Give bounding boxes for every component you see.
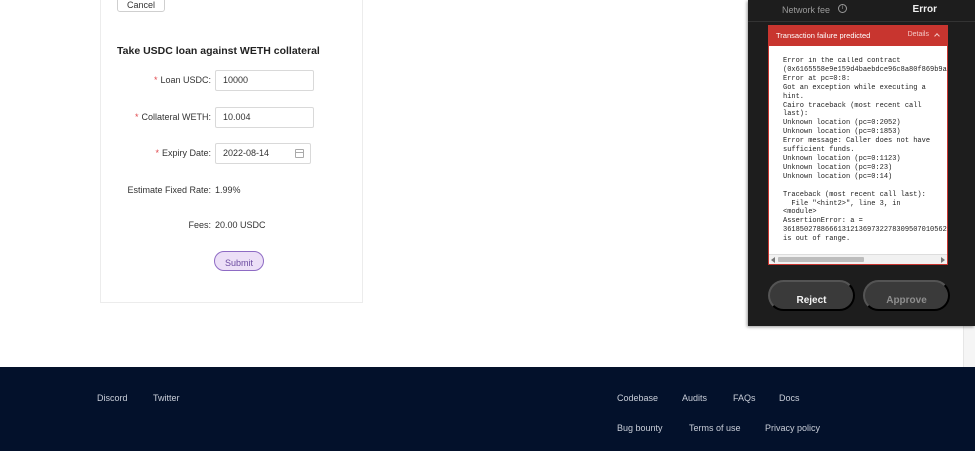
network-fee-value: Error [912,4,937,15]
fees-row: Fees: 20.00 USDC [101,215,364,236]
cancel-button[interactable]: Cancel [117,0,165,12]
expiry-date-label: * Expiry Date: [155,148,211,158]
required-mark: * [155,148,159,158]
info-icon[interactable]: i [838,4,847,13]
footer-link-discord[interactable]: Discord [97,393,128,403]
scroll-left-arrow-icon[interactable] [771,257,775,263]
failure-header[interactable]: Transaction failure predicted Details [769,26,947,46]
footer-link-terms[interactable]: Terms of use [689,423,741,433]
expiry-date-row: * Expiry Date: 2022-08-14 [101,143,364,164]
calendar-icon[interactable] [295,149,304,158]
fees-label: Fees: [188,220,211,230]
footer-link-bug-bounty[interactable]: Bug bounty [617,423,663,433]
fixed-rate-value: 1.99% [215,185,241,195]
footer-link-twitter[interactable]: Twitter [153,393,180,403]
wallet-popup: Network fee i Error Transaction failure … [748,0,975,326]
loan-usdc-row: * Loan USDC: 10000 [101,70,364,91]
loan-form-card: Cancel Take USDC loan against WETH colla… [100,0,363,303]
failure-title: Transaction failure predicted [776,31,871,40]
submit-button[interactable]: Submit [214,251,264,271]
footer-link-docs[interactable]: Docs [779,393,800,403]
site-footer: Discord Twitter Codebase Audits FAQs Doc… [0,367,975,451]
collateral-weth-label: * Collateral WETH: [134,112,211,122]
transaction-error-panel: Transaction failure predicted Details Er… [768,25,948,265]
loan-usdc-label: * Loan USDC: [153,75,211,85]
reject-button[interactable]: Reject [768,280,855,311]
footer-link-privacy[interactable]: Privacy policy [765,423,820,433]
details-toggle[interactable]: Details [908,31,929,38]
collateral-weth-row: * Collateral WETH: 10.004 [101,107,364,128]
expiry-date-picker[interactable]: 2022-08-14 [215,143,311,164]
form-title: Take USDC loan against WETH collateral [117,45,320,57]
footer-link-faqs[interactable]: FAQs [733,393,756,403]
loan-usdc-input[interactable]: 10000 [215,70,314,91]
scroll-right-arrow-icon[interactable] [941,257,945,263]
collateral-weth-input[interactable]: 10.004 [215,107,314,128]
network-fee-row: Network fee i Error [748,0,975,22]
fixed-rate-row: Estimate Fixed Rate: 1.99% [101,180,364,201]
fixed-rate-label: Estimate Fixed Rate: [127,185,211,195]
chevron-up-icon[interactable] [934,33,940,39]
network-fee-label: Network fee [782,5,831,15]
error-horizontal-scrollbar[interactable] [769,254,947,264]
footer-link-codebase[interactable]: Codebase [617,393,658,403]
fees-value: 20.00 USDC [215,220,266,230]
footer-link-audits[interactable]: Audits [682,393,707,403]
error-trace-text: Error in the called contract (0x6165558e… [783,57,947,244]
required-mark: * [153,75,158,85]
scroll-thumb[interactable] [778,257,864,262]
required-mark: * [134,112,139,122]
expiry-date-value: 2022-08-14 [223,148,270,158]
approve-button[interactable]: Approve [863,280,950,311]
